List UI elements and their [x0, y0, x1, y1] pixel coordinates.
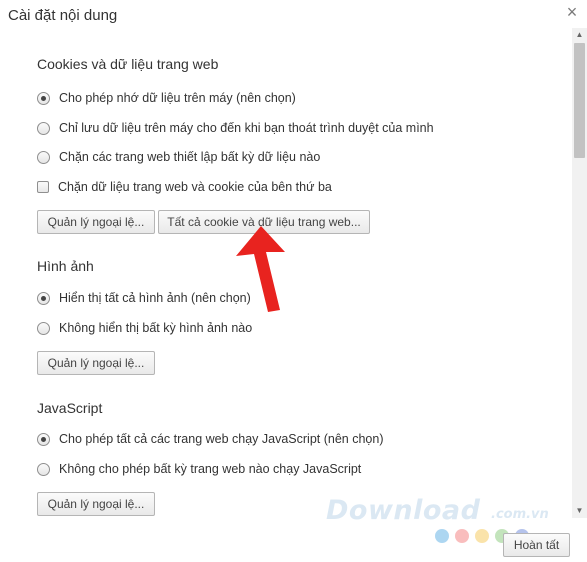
radio-label: Cho phép nhớ dữ liệu trên máy (nên chọn)	[59, 91, 296, 105]
radio-button[interactable]	[37, 91, 50, 105]
scroll-down-icon[interactable]: ▼	[572, 504, 587, 518]
images-manage-exceptions-button[interactable]: Quản lý ngoại lệ...	[37, 351, 155, 375]
radio-button[interactable]	[37, 291, 50, 305]
done-button[interactable]: Hoàn tất	[503, 533, 570, 557]
radio-label: Không hiển thị bất kỳ hình ảnh nào	[59, 321, 253, 335]
radio-option-allow-javascript[interactable]: Cho phép tất cả các trang web chạy JavaS…	[37, 430, 384, 448]
watermark-dot	[475, 529, 489, 543]
radio-option-allow-local-data[interactable]: Cho phép nhớ dữ liệu trên máy (nên chọn)	[37, 89, 296, 107]
section-title-javascript: JavaScript	[37, 400, 103, 416]
radio-button[interactable]	[37, 432, 50, 446]
scroll-up-icon[interactable]: ▲	[572, 28, 587, 42]
radio-option-block-javascript[interactable]: Không cho phép bất kỳ trang web nào chạy…	[37, 460, 361, 478]
radio-label: Cho phép tất cả các trang web chạy JavaS…	[59, 432, 384, 446]
cookies-manage-exceptions-button[interactable]: Quản lý ngoại lệ...	[37, 210, 155, 234]
radio-label: Chặn các trang web thiết lập bất kỳ dữ l…	[59, 150, 321, 164]
section-title-images: Hình ảnh	[37, 258, 94, 274]
radio-option-show-all-images[interactable]: Hiển thị tất cả hình ảnh (nên chọn)	[37, 289, 251, 307]
checkbox-option-block-third-party[interactable]: Chặn dữ liệu trang web và cookie của bên…	[37, 178, 332, 196]
radio-label: Chỉ lưu dữ liệu trên máy cho đến khi bạn…	[59, 121, 434, 135]
radio-label: Hiển thị tất cả hình ảnh (nên chọn)	[59, 291, 251, 305]
radio-button[interactable]	[37, 150, 50, 164]
checkbox[interactable]	[37, 181, 49, 193]
watermark-dot	[455, 529, 469, 543]
radio-label: Không cho phép bất kỳ trang web nào chạy…	[59, 462, 362, 476]
radio-button[interactable]	[37, 121, 50, 135]
checkbox-label: Chặn dữ liệu trang web và cookie của bên…	[58, 180, 332, 194]
radio-button[interactable]	[37, 462, 50, 476]
radio-option-keep-until-quit[interactable]: Chỉ lưu dữ liệu trên máy cho đến khi bạn…	[37, 119, 434, 137]
red-arrow-annotation	[236, 226, 285, 312]
watermark-dot	[435, 529, 449, 543]
javascript-manage-exceptions-button[interactable]: Quản lý ngoại lệ...	[37, 492, 155, 516]
vertical-scrollbar[interactable]: ▲ ▼	[572, 28, 587, 518]
watermark-logo: Download	[326, 495, 481, 526]
scroll-thumb[interactable]	[574, 43, 585, 158]
radio-button[interactable]	[37, 321, 50, 335]
section-title-cookies: Cookies và dữ liệu trang web	[37, 56, 219, 72]
arrow-shape	[236, 226, 285, 312]
radio-option-block-sites[interactable]: Chặn các trang web thiết lập bất kỳ dữ l…	[37, 148, 320, 166]
radio-option-hide-images[interactable]: Không hiển thị bất kỳ hình ảnh nào	[37, 319, 252, 337]
watermark-domain: .com.vn	[491, 507, 549, 522]
